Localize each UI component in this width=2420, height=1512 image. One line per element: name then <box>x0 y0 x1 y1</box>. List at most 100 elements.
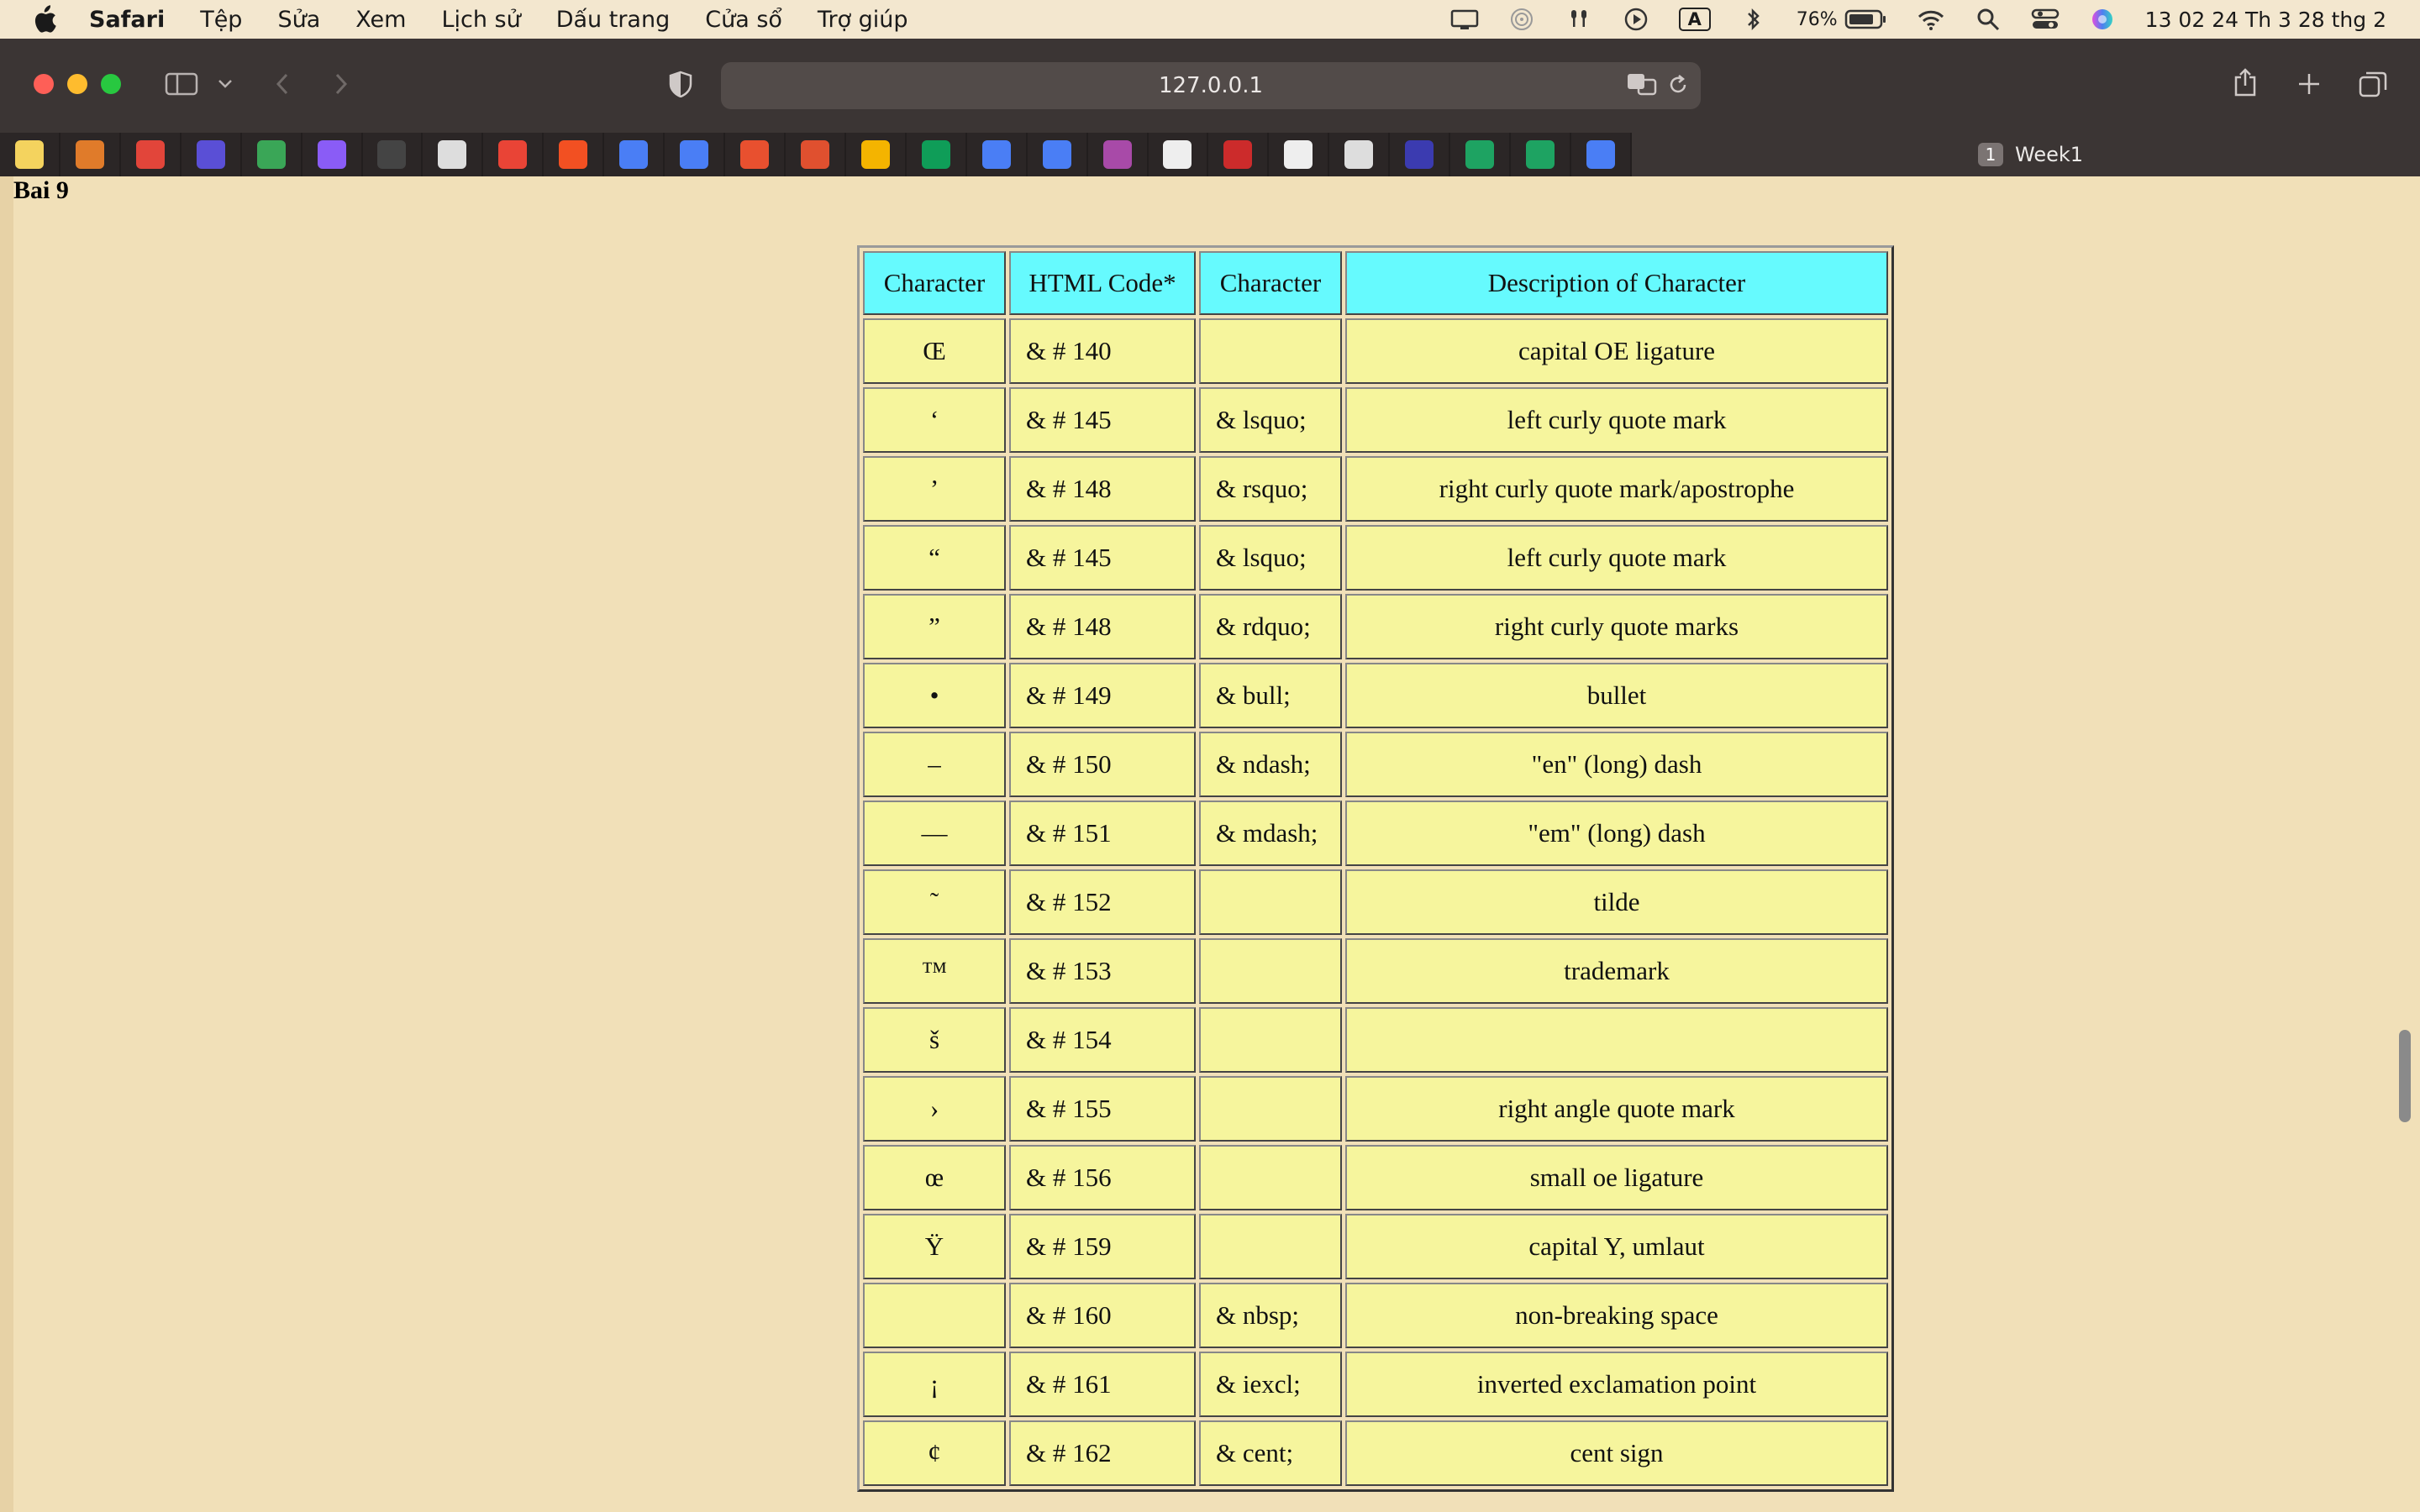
table-row: Ÿ & # 159 capital Y, umlaut <box>863 1214 1888 1279</box>
vertical-scrollbar-thumb[interactable] <box>2399 1030 2411 1122</box>
bookmark-item[interactable] <box>181 133 240 176</box>
bookmark-item[interactable] <box>845 133 905 176</box>
bookmark-item[interactable] <box>544 133 603 176</box>
bookmark-item[interactable] <box>785 133 844 176</box>
docs-icon <box>1042 140 1071 169</box>
cell-description: left curly quote mark <box>1345 525 1888 591</box>
cell-entity <box>1199 318 1342 384</box>
reload-icon[interactable] <box>1665 72 1691 97</box>
translate-icon[interactable] <box>1625 71 1659 97</box>
cell-html-code: & # 159 <box>1009 1214 1196 1279</box>
input-source-icon[interactable]: A <box>1678 8 1711 31</box>
cell-html-code: & # 162 <box>1009 1420 1196 1486</box>
horse-icon <box>1163 140 1192 169</box>
airpods-icon[interactable] <box>1565 8 1593 31</box>
stack-icon <box>75 140 104 169</box>
cell-entity <box>1199 1145 1342 1210</box>
bookmark-item[interactable] <box>1390 133 1449 176</box>
bookmark-item[interactable] <box>1450 133 1510 176</box>
cell-character: “ <box>863 525 1006 591</box>
bookmark-item[interactable] <box>423 133 482 176</box>
menu-bookmarks[interactable]: Dấu trang <box>556 7 671 33</box>
sheets-icon <box>1526 140 1555 169</box>
control-center-icon[interactable] <box>2031 8 2060 31</box>
menu-history[interactable]: Lịch sử <box>441 7 520 33</box>
cell-character: › <box>863 1076 1006 1142</box>
bookmark-item[interactable] <box>1511 133 1570 176</box>
play-icon[interactable] <box>1622 8 1650 31</box>
wifi-icon[interactable] <box>1917 8 1945 31</box>
cell-html-code: & # 160 <box>1009 1283 1196 1348</box>
zoom-window-button[interactable] <box>101 74 121 94</box>
bookmark-item[interactable] <box>665 133 724 176</box>
header-description: Description of Character <box>1345 251 1888 315</box>
tab-week1[interactable]: 1 Week1 <box>1978 133 2083 176</box>
table-row: ‘& # 145 & lsquo; left curly quote mark <box>863 387 1888 453</box>
microsoft-icon <box>559 140 588 169</box>
bookmark-item[interactable] <box>1570 133 1630 176</box>
cell-html-code: & # 151 <box>1009 801 1196 866</box>
bluetooth-icon[interactable] <box>1739 8 1768 31</box>
bookmark-item[interactable] <box>906 133 965 176</box>
dots-icon <box>1102 140 1132 169</box>
airdrop-icon[interactable] <box>1507 8 1536 31</box>
cell-entity: & cent; <box>1199 1420 1342 1486</box>
tab-title: Week1 <box>2015 143 2084 166</box>
back-button[interactable] <box>269 71 296 97</box>
bookmark-item[interactable] <box>604 133 664 176</box>
cell-entity: & rdquo; <box>1199 594 1342 659</box>
menu-file[interactable]: Tệp <box>200 7 242 33</box>
bookmark-item[interactable] <box>1087 133 1147 176</box>
table-row: “& # 145 & lsquo; left curly quote mark <box>863 525 1888 591</box>
bookmark-item[interactable] <box>60 133 119 176</box>
table-row: ’ & # 148 & rsquo; right curly quote mark/a… <box>863 456 1888 522</box>
privacy-shield-icon[interactable] <box>666 69 696 99</box>
bookmark-item[interactable] <box>302 133 361 176</box>
bookmark-item[interactable] <box>1269 133 1328 176</box>
display-icon[interactable] <box>1450 8 1479 31</box>
cell-description <box>1345 1007 1888 1073</box>
battery-indicator[interactable]: 76% <box>1797 8 1888 30</box>
feedly-icon <box>256 140 286 169</box>
battery-icon <box>1844 9 1886 29</box>
menu-edit[interactable]: Sửa <box>277 7 320 33</box>
bookmark-item[interactable] <box>120 133 180 176</box>
bookmark-item[interactable] <box>241 133 301 176</box>
docs-icon <box>680 140 709 169</box>
bookmark-item[interactable] <box>1208 133 1268 176</box>
siri-icon[interactable] <box>2088 8 2117 31</box>
chevron-down-icon[interactable] <box>215 76 235 92</box>
menu-view[interactable]: Xem <box>355 7 406 33</box>
cell-description: trademark <box>1345 938 1888 1004</box>
cell-html-code: & # 145 <box>1009 387 1196 453</box>
menu-app-safari[interactable]: Safari <box>89 7 165 33</box>
cell-entity <box>1199 1214 1342 1279</box>
bookmark-item[interactable] <box>1148 133 1207 176</box>
menu-help[interactable]: Trợ giúp <box>818 7 908 33</box>
bookmark-item[interactable] <box>1027 133 1086 176</box>
new-tab-icon[interactable] <box>2294 69 2324 99</box>
bookmark-item[interactable] <box>483 133 543 176</box>
bookmark-item[interactable] <box>362 133 422 176</box>
tab-overview-icon[interactable] <box>2356 67 2390 101</box>
address-bar[interactable]: 127.0.0.1 <box>721 62 1701 109</box>
clock[interactable]: 13 02 24 Th 3 28 thg 2 <box>2145 8 2386 32</box>
close-window-button[interactable] <box>34 74 54 94</box>
minimize-window-button[interactable] <box>67 74 87 94</box>
cell-entity: & bull; <box>1199 663 1342 728</box>
bookmark-item[interactable] <box>966 133 1026 176</box>
cell-html-code: & # 140 <box>1009 318 1196 384</box>
menu-window[interactable]: Cửa sổ <box>705 7 782 33</box>
forward-button[interactable] <box>328 71 355 97</box>
spotlight-search-icon[interactable] <box>1974 8 2002 31</box>
docs-icon <box>1586 140 1615 169</box>
bookmark-item[interactable] <box>0 133 59 176</box>
share-icon[interactable] <box>2230 66 2260 99</box>
apple-icon[interactable] <box>32 5 57 34</box>
bookmark-item[interactable] <box>725 133 784 176</box>
sidebar-toggle-icon[interactable] <box>163 71 200 97</box>
bookmark-item[interactable] <box>1329 133 1389 176</box>
cell-entity: & nbsp; <box>1199 1283 1342 1348</box>
cell-html-code: & # 148 <box>1009 456 1196 522</box>
table-row: œ & # 156 small oe ligature <box>863 1145 1888 1210</box>
